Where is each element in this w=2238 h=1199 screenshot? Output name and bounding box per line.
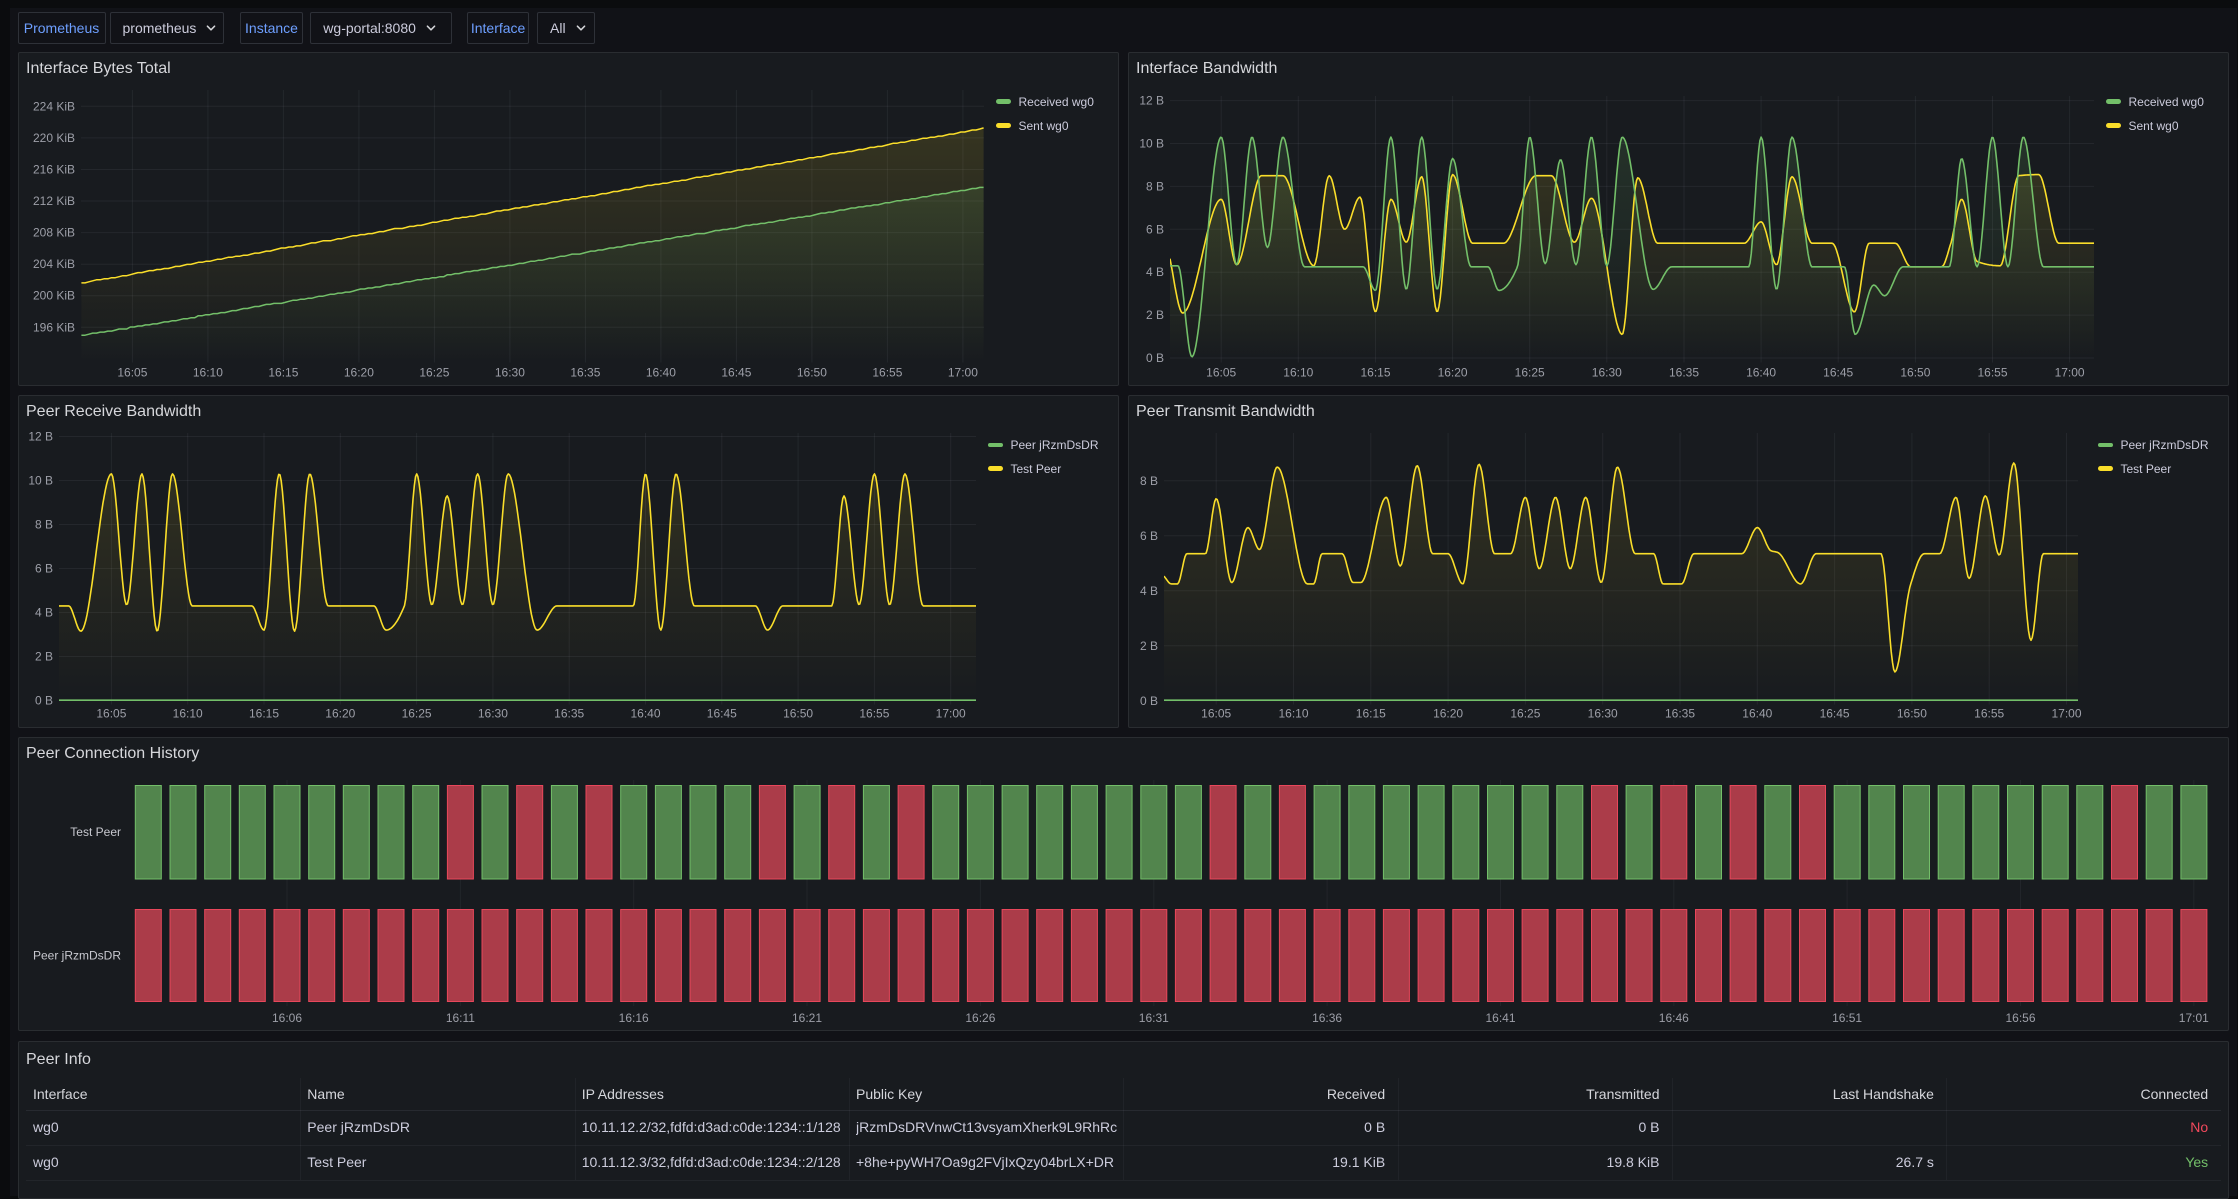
svg-text:196 KiB: 196 KiB [33, 320, 75, 334]
svg-text:2 B: 2 B [1146, 308, 1164, 322]
svg-text:16:05: 16:05 [117, 366, 147, 380]
svg-text:16:30: 16:30 [1588, 707, 1618, 721]
svg-text:16:15: 16:15 [1360, 366, 1390, 380]
svg-text:Test Peer: Test Peer [70, 825, 121, 839]
svg-text:204 KiB: 204 KiB [33, 257, 75, 271]
svg-text:16:40: 16:40 [1746, 366, 1776, 380]
svg-text:16:30: 16:30 [1592, 366, 1622, 380]
svg-text:16:45: 16:45 [1820, 707, 1850, 721]
svg-text:6 B: 6 B [1140, 529, 1158, 543]
svg-text:16:10: 16:10 [1278, 707, 1308, 721]
svg-text:16:10: 16:10 [173, 707, 203, 721]
svg-text:16:21: 16:21 [792, 1011, 822, 1025]
svg-text:16:20: 16:20 [344, 366, 374, 380]
svg-text:8 B: 8 B [1146, 179, 1164, 193]
svg-text:16:50: 16:50 [783, 707, 813, 721]
svg-text:2 B: 2 B [35, 650, 53, 664]
svg-text:16:45: 16:45 [721, 366, 751, 380]
svg-text:6 B: 6 B [1146, 222, 1164, 236]
svg-text:16:06: 16:06 [272, 1011, 302, 1025]
svg-text:17:00: 17:00 [2051, 707, 2081, 721]
svg-text:0 B: 0 B [1146, 351, 1164, 365]
svg-text:16:36: 16:36 [1312, 1011, 1342, 1025]
svg-text:16:55: 16:55 [872, 366, 902, 380]
svg-text:16:55: 16:55 [1974, 707, 2004, 721]
svg-text:4 B: 4 B [1146, 265, 1164, 279]
svg-text:17:00: 17:00 [936, 707, 966, 721]
svg-text:212 KiB: 212 KiB [33, 194, 75, 208]
svg-text:4 B: 4 B [35, 606, 53, 620]
svg-text:16:51: 16:51 [1832, 1011, 1862, 1025]
svg-text:12 B: 12 B [1139, 94, 1164, 108]
svg-text:16:41: 16:41 [1485, 1011, 1515, 1025]
svg-text:16:35: 16:35 [554, 707, 584, 721]
svg-text:16:05: 16:05 [96, 707, 126, 721]
svg-text:16:35: 16:35 [570, 366, 600, 380]
svg-text:200 KiB: 200 KiB [33, 289, 75, 303]
svg-text:16:25: 16:25 [419, 366, 449, 380]
svg-text:16:05: 16:05 [1206, 366, 1236, 380]
svg-text:0 B: 0 B [35, 694, 53, 708]
svg-text:16:20: 16:20 [1433, 707, 1463, 721]
svg-text:4 B: 4 B [1140, 584, 1158, 598]
svg-text:8 B: 8 B [35, 518, 53, 532]
svg-text:16:40: 16:40 [646, 366, 676, 380]
svg-text:16:10: 16:10 [193, 366, 223, 380]
svg-text:17:01: 17:01 [2179, 1011, 2209, 1025]
svg-text:16:56: 16:56 [2005, 1011, 2035, 1025]
svg-text:16:40: 16:40 [630, 707, 660, 721]
svg-text:16:05: 16:05 [1201, 707, 1231, 721]
svg-text:16:10: 16:10 [1283, 366, 1313, 380]
svg-text:16:25: 16:25 [402, 707, 432, 721]
svg-text:16:26: 16:26 [965, 1011, 995, 1025]
svg-text:220 KiB: 220 KiB [33, 131, 75, 145]
svg-text:16:35: 16:35 [1665, 707, 1695, 721]
svg-text:224 KiB: 224 KiB [33, 99, 75, 113]
svg-text:16:15: 16:15 [268, 366, 298, 380]
svg-text:208 KiB: 208 KiB [33, 226, 75, 240]
svg-text:16:35: 16:35 [1669, 366, 1699, 380]
svg-text:17:00: 17:00 [948, 366, 978, 380]
svg-text:10 B: 10 B [28, 474, 53, 488]
svg-text:16:40: 16:40 [1742, 707, 1772, 721]
svg-text:16:25: 16:25 [1515, 366, 1545, 380]
svg-text:216 KiB: 216 KiB [33, 163, 75, 177]
svg-text:16:50: 16:50 [1897, 707, 1927, 721]
svg-text:Peer jRzmDsDR: Peer jRzmDsDR [33, 949, 121, 963]
svg-text:16:11: 16:11 [446, 1011, 475, 1025]
svg-text:16:55: 16:55 [859, 707, 889, 721]
svg-text:16:45: 16:45 [1823, 366, 1853, 380]
svg-text:16:55: 16:55 [1977, 366, 2007, 380]
svg-text:16:50: 16:50 [797, 366, 827, 380]
svg-text:17:00: 17:00 [2055, 366, 2085, 380]
svg-text:8 B: 8 B [1140, 474, 1158, 488]
svg-text:16:20: 16:20 [325, 707, 355, 721]
svg-text:12 B: 12 B [28, 430, 53, 444]
svg-text:2 B: 2 B [1140, 639, 1158, 653]
svg-text:0 B: 0 B [1140, 694, 1158, 708]
svg-text:16:15: 16:15 [249, 707, 279, 721]
svg-text:6 B: 6 B [35, 562, 53, 576]
svg-text:16:31: 16:31 [1139, 1011, 1169, 1025]
svg-text:16:20: 16:20 [1438, 366, 1468, 380]
svg-text:16:30: 16:30 [495, 366, 525, 380]
svg-text:10 B: 10 B [1139, 137, 1164, 151]
svg-text:16:16: 16:16 [619, 1011, 649, 1025]
svg-text:16:50: 16:50 [1900, 366, 1930, 380]
svg-text:16:46: 16:46 [1659, 1011, 1689, 1025]
svg-text:16:25: 16:25 [1510, 707, 1540, 721]
svg-text:16:15: 16:15 [1356, 707, 1386, 721]
svg-text:16:30: 16:30 [478, 707, 508, 721]
svg-text:16:45: 16:45 [707, 707, 737, 721]
